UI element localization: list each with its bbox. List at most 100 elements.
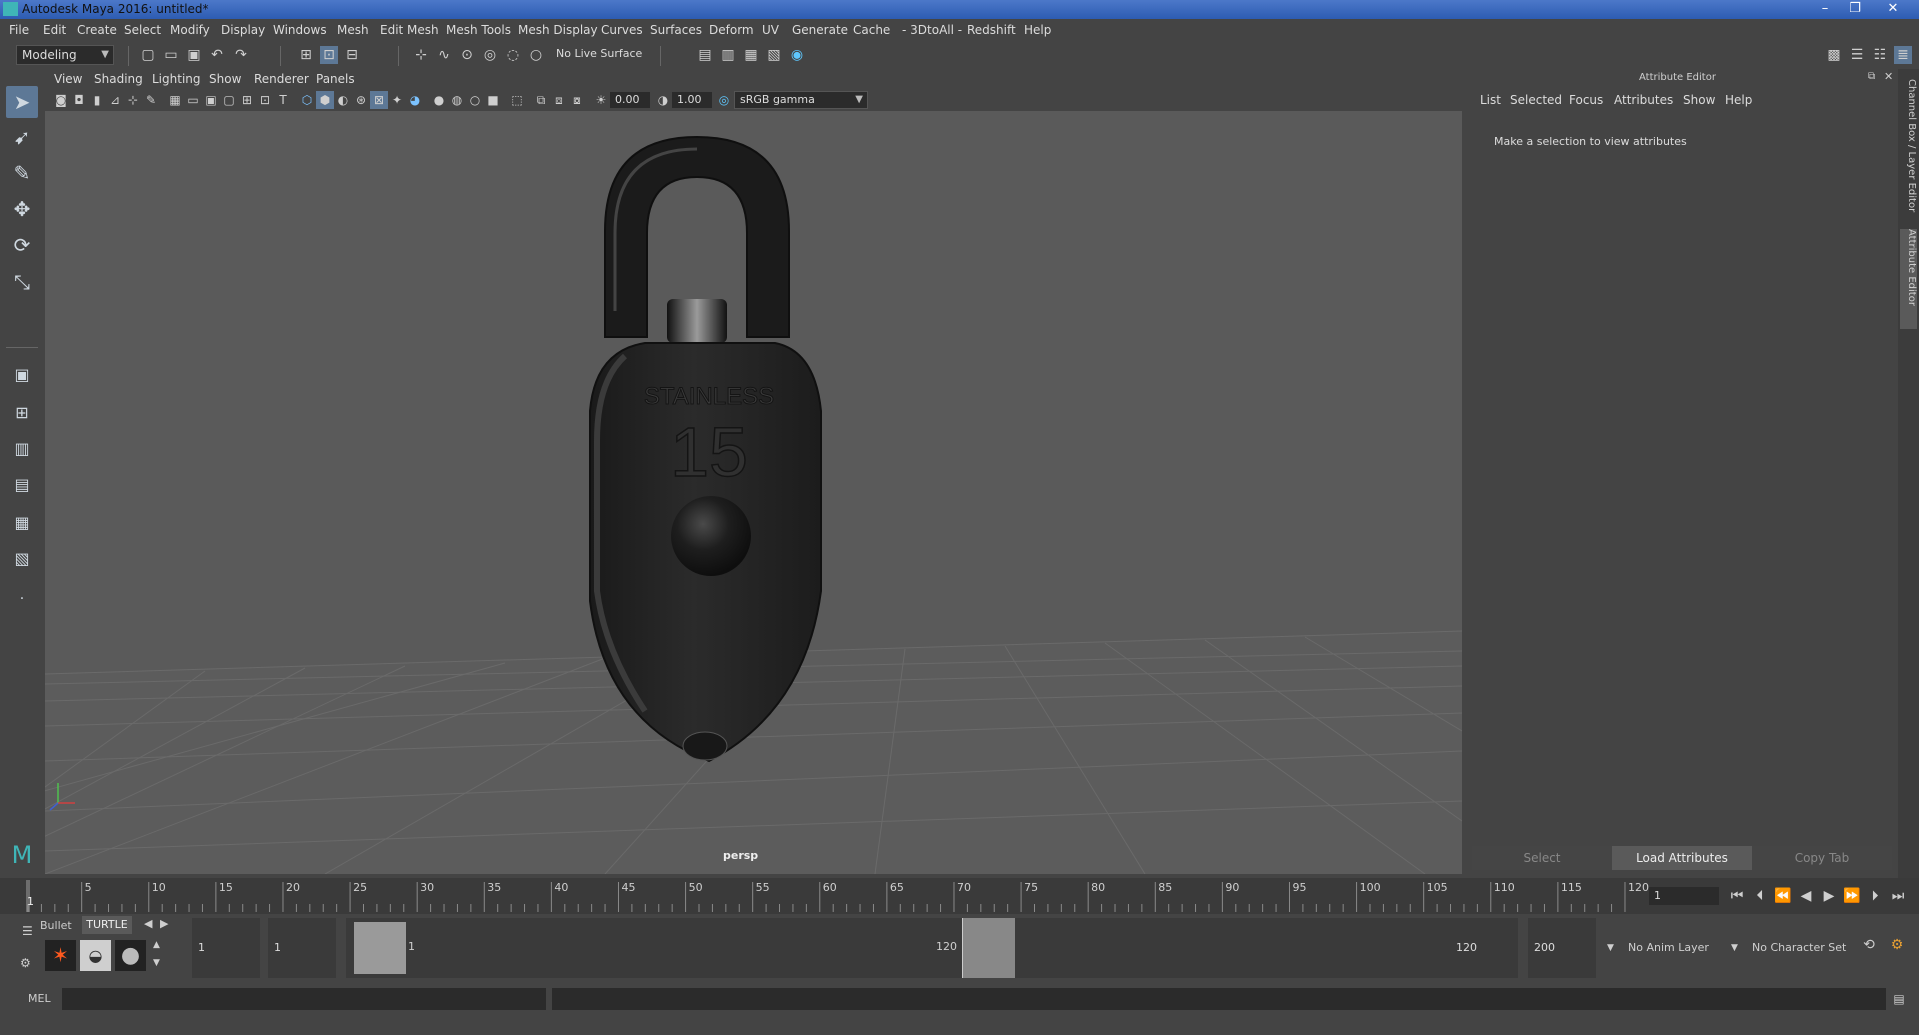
panel-menu-lighting[interactable]: Lighting (152, 72, 201, 86)
shelf-menu-icon[interactable]: ☰ (22, 924, 33, 938)
select-object-icon[interactable]: ⊡ (320, 46, 338, 64)
menu-help[interactable]: Help (1024, 23, 1051, 37)
wireframe-icon[interactable]: ⬡ (298, 91, 316, 109)
turtle-shader-icon[interactable]: ● (115, 940, 146, 971)
snap-point-icon[interactable]: ⊙ (458, 46, 476, 64)
shelf-tab-turtle[interactable]: TURTLE (82, 916, 132, 934)
play-backwards-icon[interactable]: ◀ (1797, 887, 1815, 905)
xray-icon[interactable]: ⧉ (532, 91, 550, 109)
redo-icon[interactable]: ↷ (232, 46, 250, 64)
use-all-lights-icon[interactable]: ✦ (388, 91, 406, 109)
menu-file[interactable]: File (9, 23, 29, 37)
animation-start-field[interactable]: 1 (192, 918, 260, 978)
hypershade-view-icon[interactable]: ▧ (6, 543, 38, 575)
script-editor-icon[interactable]: ▤ (1890, 990, 1908, 1008)
wireframe-on-shaded-icon[interactable]: ⊛ (352, 91, 370, 109)
save-scene-icon[interactable]: ▣ (185, 46, 203, 64)
shelf-scroll-right-icon[interactable]: ▶ (160, 917, 168, 930)
menu-redshift[interactable]: Redshift (967, 23, 1016, 37)
menu-edit-mesh[interactable]: Edit Mesh (380, 23, 439, 37)
move-tool-icon[interactable]: ✥ (6, 193, 38, 225)
ipr-render-icon[interactable]: ▧ (765, 46, 783, 64)
modeling-toolkit-icon[interactable]: ▩ (1825, 46, 1843, 64)
step-forward-key-icon[interactable]: ⏵ (1866, 887, 1884, 905)
close-panel-icon[interactable]: ✕ (1884, 70, 1893, 83)
camera-select-icon[interactable]: ◙ (52, 91, 70, 109)
time-slider[interactable]: 5 10 15 20 25 30 35 40 45 50 55 60 65 70 75 80 85 90 95 100… (0, 878, 1919, 914)
render-frame-icon[interactable]: ▦ (742, 46, 760, 64)
multisample-aa-icon[interactable]: ○ (466, 91, 484, 109)
select-button[interactable]: Select (1472, 846, 1612, 870)
menu-windows[interactable]: Windows (273, 23, 327, 37)
gamma-icon[interactable]: ◑ (654, 91, 672, 109)
motion-blur-icon[interactable]: ◍ (448, 91, 466, 109)
xray-joints-icon[interactable]: ⧈ (550, 91, 568, 109)
auto-key-icon[interactable]: ⟲ (1860, 936, 1878, 954)
menu-mesh-tools[interactable]: Mesh Tools (446, 23, 511, 37)
channel-box-icon[interactable]: ≣ (1894, 46, 1912, 64)
film-gate-icon[interactable]: ▭ (184, 91, 202, 109)
load-attributes-button[interactable]: Load Attributes (1612, 846, 1752, 870)
select-tool-icon[interactable]: ➤ (6, 86, 38, 118)
xray-components-icon[interactable]: ⧇ (568, 91, 586, 109)
camera-attributes-icon[interactable]: ◘ (70, 91, 88, 109)
textured-icon[interactable]: ⊠ (370, 91, 388, 109)
attr-tab-list[interactable]: List (1480, 93, 1501, 107)
undo-icon[interactable]: ↶ (208, 46, 226, 64)
select-hierarchy-icon[interactable]: ⊞ (297, 46, 315, 64)
exposure-field[interactable]: 0.00 (610, 92, 650, 108)
minimize-button[interactable]: – (1812, 1, 1838, 17)
menu-cache[interactable]: Cache (853, 23, 890, 37)
render-settings-icon[interactable]: ▤ (696, 46, 714, 64)
snap-vertex-icon[interactable]: ○ (527, 46, 545, 64)
attr-tab-selected[interactable]: Selected (1510, 93, 1562, 107)
attr-tab-help[interactable]: Help (1725, 93, 1752, 107)
tool-settings-icon[interactable]: ☷ (1871, 46, 1889, 64)
menu-3dtoall[interactable]: - 3DtoAll - (902, 23, 962, 37)
snap-view-icon[interactable]: ◎ (481, 46, 499, 64)
shelf-scroll-up-icon[interactable]: ▲ (153, 940, 160, 950)
play-forwards-icon[interactable]: ▶ (1820, 887, 1838, 905)
turtle-render-icon[interactable]: ✶ (45, 940, 76, 971)
menu-display[interactable]: Display (221, 23, 265, 37)
exposure-icon[interactable]: ☀ (592, 91, 610, 109)
command-input[interactable] (62, 988, 546, 1010)
open-scene-icon[interactable]: ▭ (162, 46, 180, 64)
menu-mesh-display[interactable]: Mesh Display (518, 23, 598, 37)
float-panel-icon[interactable]: ⧉ (1868, 71, 1875, 82)
viewport-persp[interactable]: STAINLESS 15 persp (45, 111, 1462, 874)
panel-menu-panels[interactable]: Panels (316, 72, 355, 86)
isolate-select-icon[interactable]: ⬚ (508, 91, 526, 109)
attr-tab-show[interactable]: Show (1683, 93, 1715, 107)
step-forward-frame-icon[interactable]: ⏩ (1843, 887, 1861, 905)
outliner-view-icon[interactable]: ▦ (6, 507, 38, 539)
current-frame-field[interactable]: 1 (1649, 887, 1719, 905)
panel-menu-shading[interactable]: Shading (94, 72, 143, 86)
go-to-end-icon[interactable]: ⏭ (1889, 887, 1907, 905)
render-view-icon[interactable]: ▥ (719, 46, 737, 64)
menu-edit[interactable]: Edit (43, 23, 66, 37)
side-by-side-view-icon[interactable]: ▥ (6, 433, 38, 465)
step-back-frame-icon[interactable]: ⏪ (1774, 887, 1792, 905)
shelf-tab-bullet[interactable]: Bullet (40, 919, 72, 932)
channel-box-tab[interactable]: Channel Box / Layer Editor (1900, 79, 1917, 219)
restore-button[interactable]: ❐ (1842, 1, 1868, 17)
use-default-material-icon[interactable]: ◐ (334, 91, 352, 109)
menu-select[interactable]: Select (124, 23, 161, 37)
menu-curves[interactable]: Curves (601, 23, 643, 37)
attr-tab-attributes[interactable]: Attributes (1614, 93, 1673, 107)
menu-mesh[interactable]: Mesh (337, 23, 369, 37)
paint-select-tool-icon[interactable]: ✎ (6, 157, 38, 189)
snap-grid-icon[interactable]: ⊹ (412, 46, 430, 64)
rotate-tool-icon[interactable]: ⟳ (6, 229, 38, 261)
playback-end-field[interactable]: 120 (1450, 918, 1518, 978)
image-plane-icon[interactable]: ⊿ (106, 91, 124, 109)
animation-preferences-icon[interactable]: ⚙ (1888, 936, 1906, 954)
resolution-gate-icon[interactable]: ▣ (202, 91, 220, 109)
shelf-settings-icon[interactable]: ⚙ (20, 956, 31, 970)
gate-mask-icon[interactable]: ▢ (220, 91, 238, 109)
new-scene-icon[interactable]: ▢ (139, 46, 157, 64)
safe-title-icon[interactable]: T (274, 91, 292, 109)
screen-space-ao-icon[interactable]: ● (430, 91, 448, 109)
shadows-icon[interactable]: ◕ (406, 91, 424, 109)
